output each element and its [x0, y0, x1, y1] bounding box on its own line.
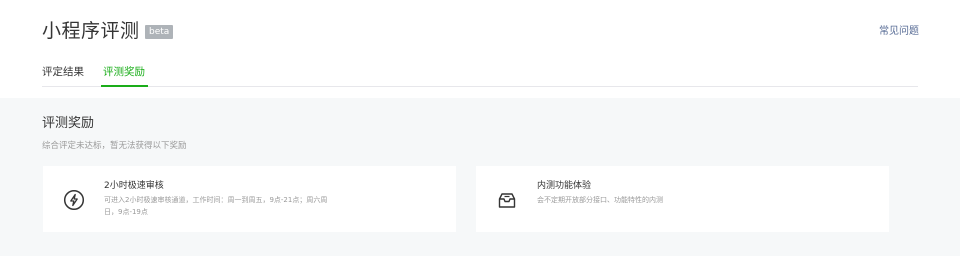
- faq-link[interactable]: 常见问题: [879, 25, 919, 39]
- reward-name: 内测功能体验: [537, 181, 592, 191]
- reward-description: 会不定期开放部分接口、功能特性的内测: [537, 196, 663, 204]
- tab-evaluation-reward[interactable]: 评测奖励: [101, 65, 148, 87]
- beta-badge: beta: [145, 25, 174, 39]
- page-title: 小程序评测: [42, 20, 140, 42]
- reward-card-fast-review: 2小时极速审核 可进入2小时极速审核通道，工作时间：周一到周五，9点-21点；周…: [43, 166, 456, 232]
- tab-label: 评测奖励: [103, 66, 145, 78]
- evaluation-page: 小程序评测 beta 常见问题 评定结果 评测奖励 评测奖励 综合评定未达标，暂…: [0, 0, 960, 256]
- mailbox-icon: [498, 193, 516, 208]
- reward-name: 2小时极速审核: [104, 181, 164, 191]
- reward-card-beta-features: 内测功能体验 会不定期开放部分接口、功能特性的内测: [476, 166, 889, 232]
- tab-evaluation-result[interactable]: 评定结果: [42, 65, 84, 86]
- section-title: 评测奖励: [42, 116, 95, 131]
- lightning-icon: [63, 189, 85, 211]
- reward-description: 可进入2小时极速审核通道，工作时间：周一到周五，9点-21点；周六周日，9点-1…: [104, 196, 328, 216]
- tab-bar: 评定结果 评测奖励: [42, 65, 918, 87]
- tab-label: 评定结果: [42, 66, 84, 78]
- section-description: 综合评定未达标，暂无法获得以下奖励: [42, 141, 187, 151]
- active-tab-indicator: [101, 85, 148, 87]
